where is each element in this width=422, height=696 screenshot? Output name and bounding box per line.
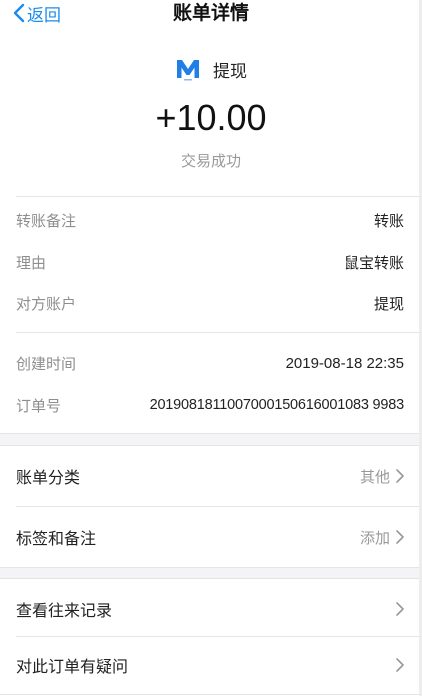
detail-label: 创建时间 [16,354,77,373]
detail-label: 对方账户 [16,294,77,313]
detail-label: 订单号 [16,396,62,415]
tags-notes-row[interactable]: 标签和备注 添加 [0,507,422,567]
tags-value: 添加 [359,528,390,547]
detail-label: 理由 [16,253,47,272]
merchant-header: 提现 [0,54,422,84]
action-label: 标签和备注 [16,529,97,548]
action-label: 账单分类 [16,468,81,487]
detail-value: 2019-08-18 22:35 [285,354,404,372]
transaction-amount: +10.00 [155,97,267,138]
detail-row-account: 对方账户 提现 [16,292,404,314]
chevron-right-icon [396,602,404,616]
bill-detail-page: 返回 账单详情 提现 +10.00 交易成功 转账备注 转账 理由 鼠宝转账 对… [0,0,422,696]
detail-value: 提现 [373,294,404,313]
divider [16,332,422,333]
order-number-value: 2019081811007000150616001083 9983 [149,397,405,413]
chevron-right-icon [396,469,404,483]
detail-value: 转账 [373,211,404,230]
category-value: 其他 [359,467,390,486]
section-separator [0,433,422,445]
action-label: 查看往来记录 [16,601,113,620]
page-title: 账单详情 [172,2,249,24]
bill-category-row[interactable]: 账单分类 其他 [0,446,422,506]
chevron-right-icon [396,530,404,544]
m-brand-logo-icon [177,60,199,81]
divider [16,196,422,197]
transaction-status: 交易成功 [180,152,241,170]
action-label: 对此订单有疑问 [16,657,129,676]
detail-row-created-time: 创建时间 2019-08-18 22:35 [16,352,404,374]
divider [0,567,422,568]
detail-label: 转账备注 [16,211,77,230]
view-history-row[interactable]: 查看往来记录 [0,579,422,639]
divider [0,694,422,695]
navigation-bar: 返回 账单详情 [0,0,422,28]
detail-row-note: 转账备注 转账 [16,209,404,231]
section-separator [0,567,422,578]
detail-value: 鼠宝转账 [343,253,404,272]
divider [0,433,422,434]
merchant-name: 提现 [213,61,247,82]
detail-row-reason: 理由 鼠宝转账 [16,251,404,273]
chevron-right-icon [396,658,404,672]
order-question-row[interactable]: 对此订单有疑问 [0,637,422,693]
detail-row-order-number: 订单号 2019081811007000150616001083 9983 [16,394,404,416]
